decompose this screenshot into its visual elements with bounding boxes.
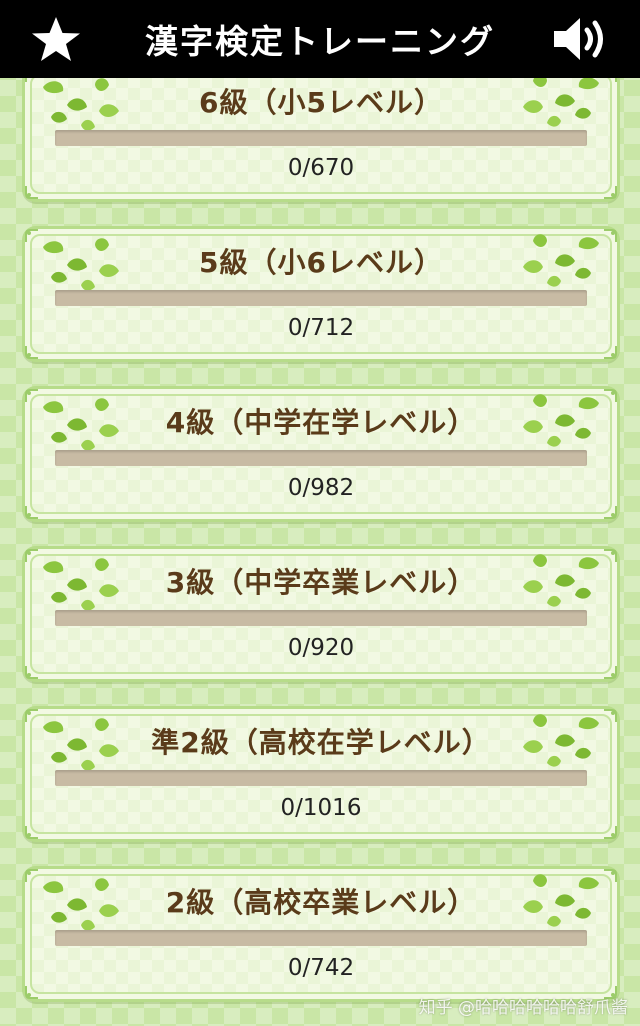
progress-bar	[55, 770, 587, 786]
progress-count: 0/742	[287, 955, 355, 981]
level-card-4kyu[interactable]: 4級（中学在学レベル） 0/982	[22, 386, 620, 522]
level-label: 2級（高校卒業レベル）	[165, 886, 477, 919]
watermark-text: 知乎 @哈哈哈哈哈哈舒爪酱	[418, 998, 628, 1018]
progress-count: 0/712	[287, 315, 355, 341]
speaker-icon[interactable]	[550, 14, 610, 64]
corner-ornament-icon	[603, 185, 617, 199]
level-card-pre2kyu[interactable]: 準2級（高校在学レベル） 0/1016	[22, 706, 620, 842]
corner-ornament-icon	[25, 505, 39, 519]
progress-count: 0/1016	[280, 795, 362, 821]
corner-ornament-icon	[25, 345, 39, 359]
corner-ornament-icon	[25, 985, 39, 999]
level-card-5kyu[interactable]: 5級（小6レベル） 0/712	[22, 226, 620, 362]
corner-ornament-icon	[603, 345, 617, 359]
star-icon[interactable]	[30, 14, 82, 66]
corner-ornament-icon	[603, 665, 617, 679]
level-label: 準2級（高校在学レベル）	[151, 726, 491, 759]
progress-count: 0/982	[287, 475, 355, 501]
level-card-6kyu[interactable]: 6級（小5レベル） 0/670	[22, 66, 620, 202]
progress-count: 0/920	[287, 635, 355, 661]
app-title: 漢字検定トレーニング	[145, 22, 495, 61]
progress-count: 0/670	[287, 155, 355, 181]
corner-ornament-icon	[25, 665, 39, 679]
level-label: 3級（中学卒業レベル）	[165, 566, 477, 599]
progress-bar	[55, 130, 587, 146]
level-label: 4級（中学在学レベル）	[165, 406, 477, 439]
corner-ornament-icon	[603, 505, 617, 519]
progress-bar	[55, 930, 587, 946]
corner-ornament-icon	[25, 825, 39, 839]
level-label: 6級（小5レベル）	[199, 86, 443, 119]
level-card-2kyu[interactable]: 2級（高校卒業レベル） 0/742	[22, 866, 620, 1002]
corner-ornament-icon	[603, 825, 617, 839]
progress-bar	[55, 610, 587, 626]
progress-bar	[55, 450, 587, 466]
app-header: 漢字検定トレーニング	[0, 0, 640, 78]
progress-bar	[55, 290, 587, 306]
level-label: 5級（小6レベル）	[199, 246, 443, 279]
corner-ornament-icon	[25, 185, 39, 199]
level-card-3kyu[interactable]: 3級（中学卒業レベル） 0/920	[22, 546, 620, 682]
